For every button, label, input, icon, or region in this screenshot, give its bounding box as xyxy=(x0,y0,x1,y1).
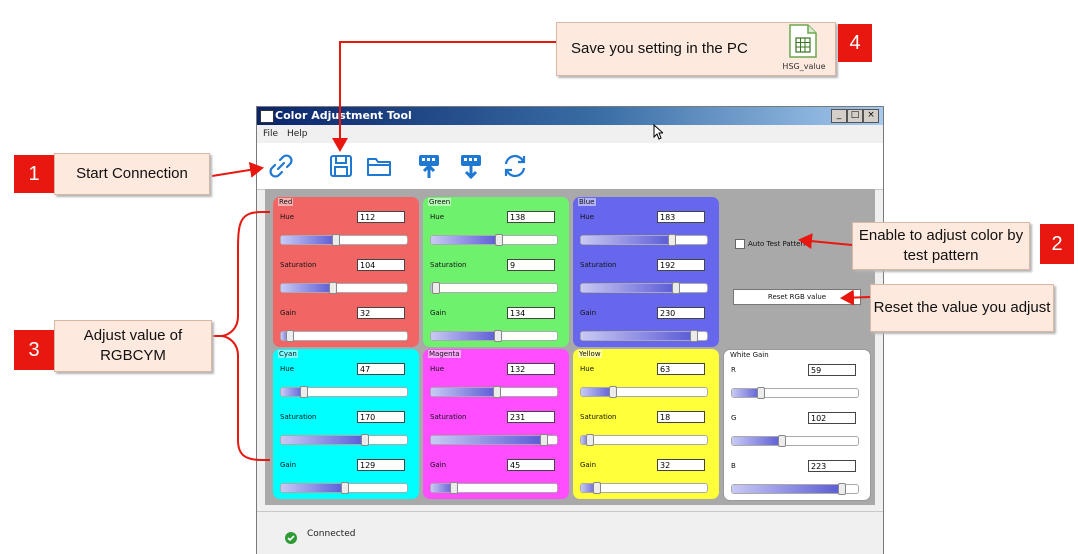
callout-adjust-rgbcym: Adjust value of RGBCYM xyxy=(54,320,212,372)
callout-number-3: 3 xyxy=(14,330,54,370)
file-label: HSG_value xyxy=(782,62,826,71)
annotation-arrows xyxy=(211,41,871,461)
callout-start-connection: Start Connection xyxy=(54,153,210,195)
callout-number-4: 4 xyxy=(838,24,872,62)
callout-number-2: 2 xyxy=(1040,224,1074,264)
callout-test-pattern: Enable to adjust color by test pattern xyxy=(852,222,1030,270)
spreadsheet-file-icon xyxy=(789,24,817,58)
callout-reset-value: Reset the value you adjust xyxy=(870,284,1054,332)
callout-save-text: Save you setting in the PC xyxy=(571,40,748,57)
callout-number-1: 1 xyxy=(14,155,54,193)
file-icon-box: HSG_value xyxy=(776,22,832,78)
